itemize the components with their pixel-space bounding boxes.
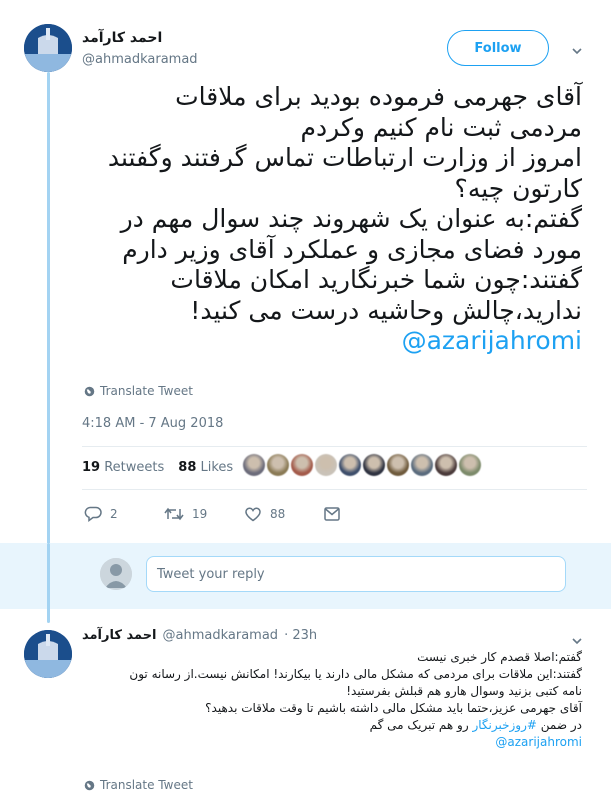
reply-author-avatar[interactable] <box>24 630 72 678</box>
liker-avatar[interactable] <box>411 454 433 476</box>
tweet-text-line: مورد فضای مجازی و عملکرد آقای وزیر دارم <box>122 234 582 264</box>
reply-author-name[interactable]: احمد کارآمد <box>82 628 157 643</box>
engagement-stats: 19 Retweets 88 Likes <box>82 460 233 475</box>
reply-text-line: آقای جهرمی عزیز،حتما باید مشکل مالی داشت… <box>205 701 582 715</box>
globe-icon <box>84 780 95 790</box>
tweet-text-line: ندارید،چالش وحاشیه درست می کنید! <box>190 295 582 325</box>
like-action[interactable]: 88 <box>244 506 324 522</box>
tweet-text-line: آقای جهرمی فرموده بودید برای ملاقات <box>175 82 582 111</box>
timestamp[interactable]: 4:18 AM - 7 Aug 2018 <box>82 416 223 431</box>
reply-text-line: گفتم:اصلا قصدم کار خبری نیست <box>417 650 582 664</box>
liker-avatar[interactable] <box>435 454 457 476</box>
translate-label: Translate Tweet <box>100 384 193 398</box>
liker-avatar[interactable] <box>459 454 481 476</box>
follow-button[interactable]: Follow <box>447 30 549 66</box>
globe-icon <box>84 386 95 396</box>
tweet-text-line: کارتون چیه؟ <box>454 173 582 203</box>
reply-time[interactable]: · 23h <box>284 628 317 643</box>
retweet-action[interactable]: 19 <box>164 507 244 521</box>
tweet-text-line: امروز از وزارت ارتباطات تماس گرفتند وگفت… <box>107 143 582 172</box>
thread-line <box>47 543 50 623</box>
chevron-down-icon[interactable] <box>571 42 583 55</box>
tweet-text-line: مردمی ثبت نام کنیم وکردم <box>300 112 582 142</box>
mention-link[interactable]: @azarijahromi <box>82 734 582 751</box>
retweet-icon <box>164 507 184 521</box>
mention-link[interactable]: @azarijahromi <box>82 326 582 357</box>
author-name[interactable]: احمد کارآمد <box>82 30 162 46</box>
reply-header: احمد کارآمد @ahmadkaramad · 23h <box>82 628 317 643</box>
reply-author-handle[interactable]: @ahmadkaramad <box>163 628 279 643</box>
reply-text: گفتم:اصلا قصدم کار خبری نیست گفتند:این م… <box>82 649 582 751</box>
reply-count: 2 <box>110 507 118 521</box>
reply-text-fragment: رو هم تبریک می گم <box>369 718 473 732</box>
envelope-icon <box>324 507 340 521</box>
hashtag-link[interactable]: #روزخبرنگار <box>472 718 537 732</box>
tweet-text-line: گفتند:چون شما خبرنگارید امکان ملاقات <box>170 265 582 294</box>
tweet-text-line: گفتم:به عنوان یک شهروند چند سوال مهم در <box>120 204 582 233</box>
retweets-label: Retweets <box>104 460 165 475</box>
liker-avatar[interactable] <box>267 454 289 476</box>
tweet-actions: 2 19 88 <box>84 506 340 522</box>
liker-avatar[interactable] <box>387 454 409 476</box>
reply-icon <box>84 506 102 522</box>
direct-message-action[interactable] <box>324 507 340 521</box>
user-avatar <box>100 558 132 590</box>
reply-text-line: در ضمن #روزخبرنگار رو هم تبریک می گم <box>82 717 582 734</box>
likes-count: 88 <box>178 460 197 475</box>
liker-avatar[interactable] <box>243 454 265 476</box>
liker-avatar[interactable] <box>339 454 361 476</box>
reply-text-line: نامه کتبی بزنید وسوال هارو هم قبلش بفرست… <box>346 684 582 698</box>
translate-label: Translate Tweet <box>100 778 193 792</box>
tweet-text: آقای جهرمی فرموده بودید برای ملاقات مردم… <box>82 82 582 357</box>
liker-avatars <box>243 454 481 476</box>
reply-text-line: گفتند:این ملاقات برای مردمی که مشکل مالی… <box>129 667 582 681</box>
reply-text-fragment: در ضمن <box>536 718 582 732</box>
likes-label: Likes <box>200 460 234 475</box>
retweets-stat[interactable]: 19 Retweets <box>82 460 164 475</box>
divider <box>82 489 587 490</box>
author-avatar[interactable] <box>24 24 72 72</box>
translate-tweet-link[interactable]: Translate Tweet <box>84 778 193 792</box>
liker-avatar[interactable] <box>291 454 313 476</box>
reply-input[interactable]: Tweet your reply <box>146 556 566 592</box>
divider <box>82 446 587 447</box>
heart-icon <box>245 507 261 522</box>
reply-action[interactable]: 2 <box>84 506 164 522</box>
retweets-count: 19 <box>82 460 101 475</box>
author-handle[interactable]: @ahmadkaramad <box>82 52 198 67</box>
like-count: 88 <box>270 507 286 521</box>
chevron-down-icon[interactable] <box>571 632 583 645</box>
liker-avatar[interactable] <box>363 454 385 476</box>
liker-avatar[interactable] <box>315 454 337 476</box>
retweet-count: 19 <box>192 507 208 521</box>
translate-tweet-link[interactable]: Translate Tweet <box>84 384 193 398</box>
thread-line <box>47 72 50 622</box>
likes-stat[interactable]: 88 Likes <box>178 460 233 475</box>
